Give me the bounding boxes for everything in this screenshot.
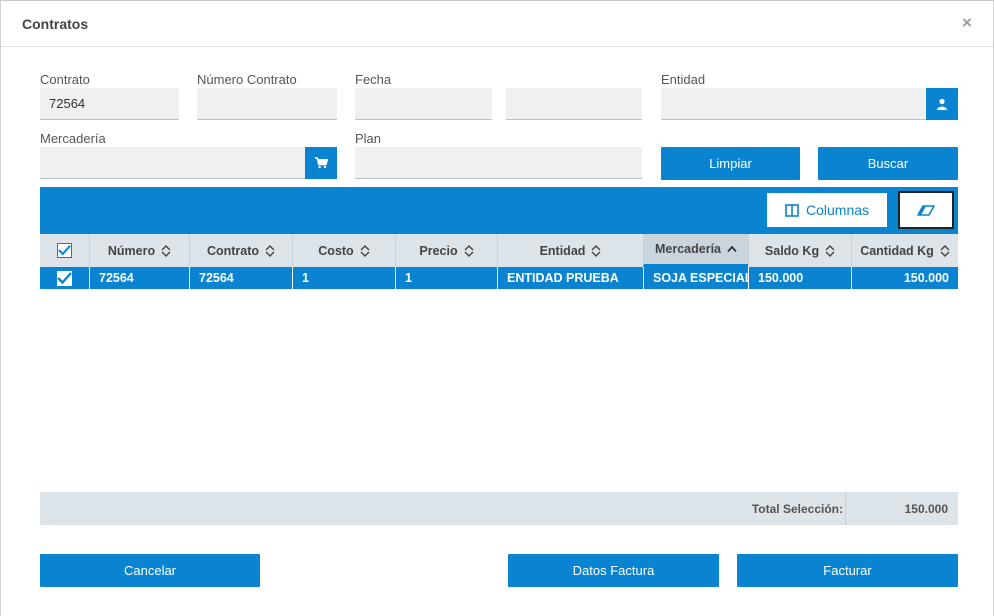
check-icon [58, 245, 71, 256]
fecha-desde-input[interactable] [355, 88, 492, 120]
plan-label: Plan [355, 131, 382, 146]
select-all-checkbox[interactable] [57, 243, 72, 258]
columns-icon [785, 203, 799, 217]
cancelar-button[interactable]: Cancelar [40, 554, 260, 587]
sort-icon [265, 244, 275, 257]
cell-precio: 1 [395, 267, 497, 289]
sort-icon [940, 244, 950, 257]
close-icon[interactable]: × [962, 13, 972, 33]
column-header-cantidad-kg[interactable]: Cantidad Kg [851, 234, 958, 267]
cart-icon [314, 157, 328, 169]
column-header-label: Precio [419, 243, 458, 258]
sort-icon [825, 244, 835, 257]
cell-cantidad-kg: 150.000 [851, 267, 958, 289]
cell-costo: 1 [292, 267, 395, 289]
row-checkbox[interactable] [57, 270, 72, 286]
columnas-label: Columnas [805, 202, 870, 218]
columnas-button[interactable]: Columnas [766, 192, 888, 228]
entidad-input[interactable] [661, 88, 926, 120]
total-seleccion-label: Total Selección: [751, 501, 843, 516]
cell-numero: 72564 [89, 267, 189, 289]
table-row[interactable]: 72564 72564 1 1 ENTIDAD PRUEBA SOJA ESPE… [40, 267, 958, 289]
plan-input[interactable] [355, 147, 642, 179]
entidad-label: Entidad [661, 72, 706, 87]
column-header-saldo-kg[interactable]: Saldo Kg [748, 234, 851, 267]
column-header-contrato[interactable]: Contrato [189, 234, 292, 267]
cell-saldo-kg: 150.000 [748, 267, 851, 289]
cell-mercaderia: SOJA ESPECIAL [643, 267, 748, 289]
column-header-entidad[interactable]: Entidad [497, 234, 643, 267]
column-header-label: Mercadería [654, 242, 721, 256]
column-header-label: Saldo Kg [764, 243, 820, 258]
entidad-search-button[interactable] [926, 88, 958, 120]
numero-contrato-label: Número Contrato [197, 72, 297, 87]
numero-contrato-input[interactable] [197, 88, 337, 120]
contrato-input[interactable] [40, 88, 179, 120]
user-icon [937, 98, 947, 110]
datos-factura-button[interactable]: Datos Factura [508, 554, 719, 587]
buscar-button[interactable]: Buscar [818, 147, 958, 180]
check-icon [57, 271, 72, 284]
column-header-label: Contrato [206, 243, 260, 258]
column-header-label: Número [107, 243, 156, 258]
mercaderia-input[interactable] [40, 147, 305, 179]
dialog-header: Contratos × [1, 0, 993, 47]
column-header-costo[interactable]: Costo [292, 234, 395, 267]
column-header-label: Costo [318, 243, 354, 258]
contratos-dialog: Contratos × Contrato Número Contrato Fec… [0, 0, 994, 616]
table-header: Número Contrato Costo Precio Entidad Mer… [40, 234, 958, 267]
cell-contrato: 72564 [189, 267, 292, 289]
sort-icon [360, 244, 370, 257]
fecha-label: Fecha [355, 72, 392, 87]
contrato-label: Contrato [40, 72, 90, 87]
facturar-button[interactable]: Facturar [737, 554, 958, 587]
clear-filters-button[interactable] [898, 191, 954, 229]
column-header-mercaderia[interactable]: Mercadería [643, 234, 748, 267]
sort-ascending-icon [727, 245, 737, 253]
sort-icon [591, 244, 601, 257]
table-footer: Total Selección: 150.000 [40, 492, 958, 525]
column-header-label: Cantidad Kg [860, 243, 934, 258]
select-all-cell [40, 234, 89, 267]
column-header-label: Entidad [539, 243, 586, 258]
dialog-title: Contratos [22, 16, 89, 32]
mercaderia-label: Mercadería [40, 131, 106, 146]
sort-icon [464, 244, 474, 257]
column-header-numero[interactable]: Número [89, 234, 189, 267]
cell-entidad: ENTIDAD PRUEBA [497, 267, 643, 289]
limpiar-button[interactable]: Limpiar [661, 147, 800, 180]
total-seleccion-value: 150.000 [845, 492, 958, 525]
sort-icon [161, 244, 171, 257]
column-header-precio[interactable]: Precio [395, 234, 497, 267]
row-select-cell [40, 267, 89, 289]
fecha-hasta-input[interactable] [506, 88, 642, 120]
eraser-icon [917, 204, 935, 216]
mercaderia-search-button[interactable] [305, 147, 337, 179]
